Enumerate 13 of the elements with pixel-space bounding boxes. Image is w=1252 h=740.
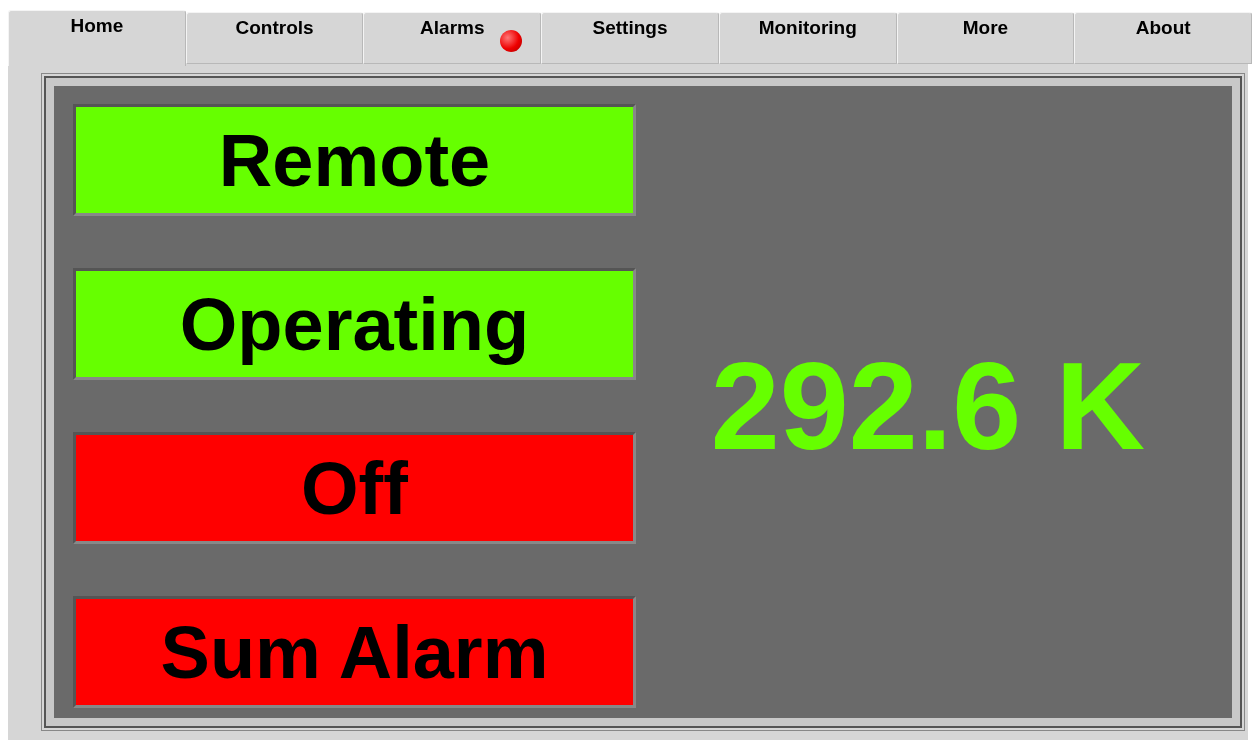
tab[interactable]: More: [896, 12, 1075, 64]
status-indicator: Remote: [73, 104, 636, 216]
alarm-led-icon: [500, 30, 523, 52]
tab[interactable]: Controls: [185, 12, 364, 64]
tab[interactable]: Monitoring: [718, 12, 897, 64]
tab[interactable]: Settings: [541, 12, 719, 64]
tab[interactable]: Home: [8, 10, 186, 66]
status-indicator: Off: [73, 432, 636, 544]
tab[interactable]: Alarms: [363, 12, 542, 64]
temperature-reading: 292.6 K: [709, 336, 1147, 477]
status-indicator: Sum Alarm: [73, 596, 636, 708]
status-indicator: Operating: [73, 268, 636, 380]
tab[interactable]: About: [1074, 12, 1252, 64]
